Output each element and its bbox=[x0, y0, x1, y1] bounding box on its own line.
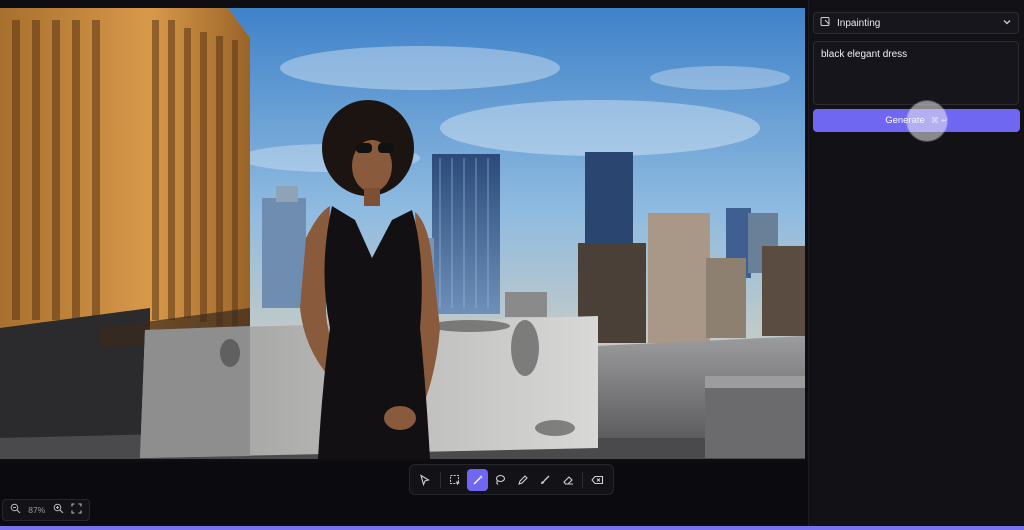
lasso-icon bbox=[496, 474, 506, 485]
accent-strip bbox=[0, 526, 1024, 530]
pen-tool[interactable] bbox=[513, 469, 534, 491]
zoom-in-icon bbox=[53, 503, 64, 514]
eraser-icon bbox=[563, 475, 574, 485]
generate-button[interactable]: Generate ⌘ ↵ bbox=[813, 109, 1020, 132]
zoom-controls: 87% bbox=[2, 499, 90, 521]
magic-wand-icon bbox=[473, 474, 483, 484]
backspace-icon bbox=[591, 475, 604, 484]
toolbar-divider bbox=[582, 471, 584, 488]
cursor-icon bbox=[420, 473, 431, 486]
generate-button-label: Generate bbox=[885, 115, 925, 126]
inpaint-panel: Inpainting black elegant dress Generate … bbox=[808, 0, 1024, 528]
zoom-in-button[interactable] bbox=[53, 501, 64, 519]
fit-screen-button[interactable] bbox=[71, 501, 82, 519]
inpaint-icon bbox=[820, 14, 831, 32]
clear-tool[interactable] bbox=[587, 469, 608, 491]
fit-screen-icon bbox=[71, 503, 82, 514]
zoom-out-button[interactable] bbox=[10, 501, 21, 519]
brush-icon bbox=[541, 475, 550, 484]
brush-tool[interactable] bbox=[535, 469, 556, 491]
zoom-level: 87% bbox=[28, 505, 46, 515]
mode-select[interactable]: Inpainting bbox=[813, 12, 1019, 34]
chevron-down-icon bbox=[1002, 14, 1012, 32]
lasso-tool[interactable] bbox=[490, 469, 511, 491]
tool-toolbar bbox=[409, 464, 614, 495]
edited-photo[interactable] bbox=[0, 8, 805, 459]
toolbar-divider bbox=[439, 471, 441, 488]
generate-shortcut: ⌘ ↵ bbox=[930, 116, 948, 125]
select-tool[interactable] bbox=[415, 469, 436, 491]
eraser-tool[interactable] bbox=[558, 469, 579, 491]
prompt-input[interactable]: black elegant dress bbox=[813, 41, 1019, 105]
pen-icon bbox=[517, 474, 528, 485]
box-select-tool[interactable] bbox=[445, 469, 466, 491]
mode-select-label: Inpainting bbox=[837, 17, 881, 29]
box-select-icon bbox=[449, 474, 460, 485]
canvas-area bbox=[0, 0, 808, 462]
magic-wand-tool[interactable] bbox=[467, 468, 488, 491]
zoom-out-icon bbox=[10, 503, 21, 514]
photo-scene bbox=[0, 8, 805, 459]
